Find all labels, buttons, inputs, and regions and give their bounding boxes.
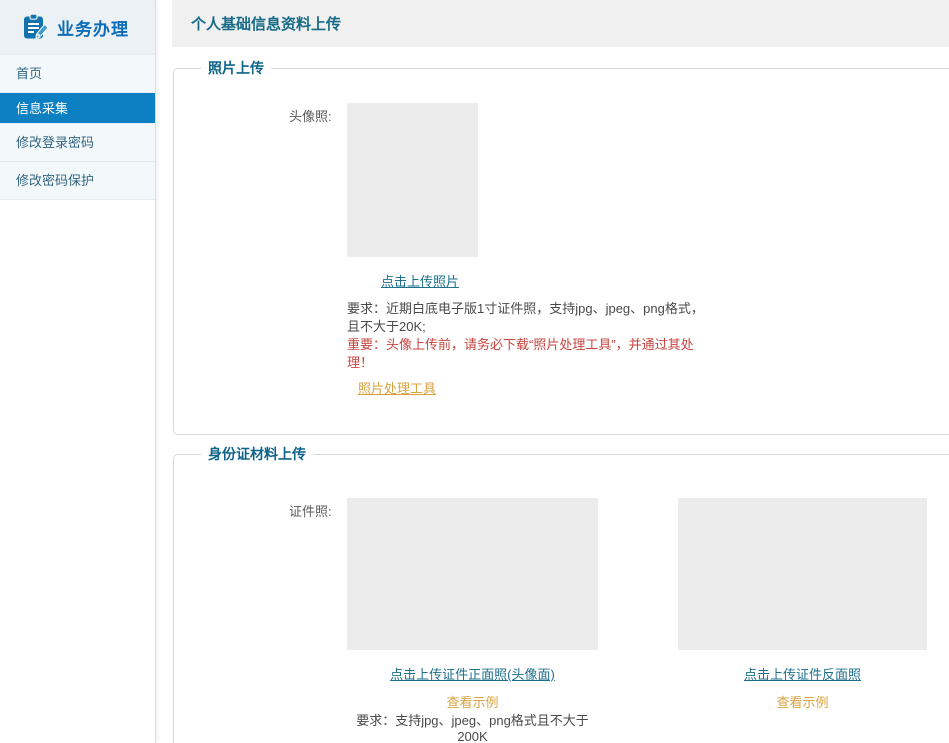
idcard-requirement-text: 要求：支持jpg、jpeg、png格式且不大于200K [347,713,598,743]
idcard-back-placeholder[interactable] [678,498,927,650]
sidebar-item-info-collection[interactable]: 信息采集 [0,92,155,123]
photo-section-legend: 照片上传 [201,59,271,78]
idcard-row: 证件照: 点击上传证件正面照(头像面) 查看示例 要求：支持jpg、jpeg、p… [174,455,949,743]
idcard-front-column: 点击上传证件正面照(头像面) 查看示例 要求：支持jpg、jpeg、png格式且… [347,498,598,743]
idcard-photo-label: 证件照: [289,498,344,743]
sidebar-item-home[interactable]: 首页 [0,54,155,92]
photo-tool-link[interactable]: 照片处理工具 [358,378,436,397]
app-title: 业务办理 [57,15,129,40]
photo-requirements: 要求：近期白底电子版1寸证件照，支持jpg、jpeg、png格式，且不大于20K… [347,300,705,372]
page-header: 个人基础信息资料上传 [172,0,949,47]
photo-upload-section: 照片上传 头像照: 点击上传照片 要求：近期白底电子版1寸证件照，支持jpg、j… [173,68,949,435]
clipboard-pencil-icon [20,13,48,41]
sidebar-item-change-login-password[interactable]: 修改登录密码 [0,123,155,161]
idcard-upload-section: 身份证材料上传 证件照: 点击上传证件正面照(头像面) 查看示例 要求：支持jp… [173,454,949,743]
avatar-photo-label: 头像照: [289,103,344,398]
idcard-front-example-link[interactable]: 查看示例 [347,695,598,710]
sidebar-header: 业务办理 [0,0,155,54]
photo-important-warning: 重要：头像上传前，请务必下载“照片处理工具”，并通过其处理！ [347,336,705,372]
page-title: 个人基础信息资料上传 [191,13,341,34]
upload-idcard-front-link[interactable]: 点击上传证件正面照(头像面) [347,667,598,682]
avatar-photo-placeholder[interactable] [347,103,478,257]
sidebar-menu: 首页 信息采集 修改登录密码 修改密码保护 [0,54,155,200]
avatar-row: 头像照: 点击上传照片 要求：近期白底电子版1寸证件照，支持jpg、jpeg、p… [174,69,949,398]
main-content: 个人基础信息资料上传 照片上传 头像照: 点击上传照片 要求：近期白底电子版1寸… [172,0,949,743]
sidebar: 业务办理 首页 信息采集 修改登录密码 修改密码保护 [0,0,156,743]
sidebar-item-change-password-protection[interactable]: 修改密码保护 [0,161,155,199]
avatar-upload-column: 点击上传照片 要求：近期白底电子版1寸证件照，支持jpg、jpeg、png格式，… [347,103,705,398]
idcard-back-example-link[interactable]: 查看示例 [678,695,927,710]
upload-idcard-back-link[interactable]: 点击上传证件反面照 [678,667,927,682]
idcard-back-column: 点击上传证件反面照 查看示例 [678,498,927,743]
upload-avatar-link[interactable]: 点击上传照片 [347,274,493,289]
idcard-section-legend: 身份证材料上传 [201,445,313,464]
idcard-front-placeholder[interactable] [347,498,598,650]
photo-requirement-text: 要求：近期白底电子版1寸证件照，支持jpg、jpeg、png格式，且不大于20K… [347,300,705,336]
